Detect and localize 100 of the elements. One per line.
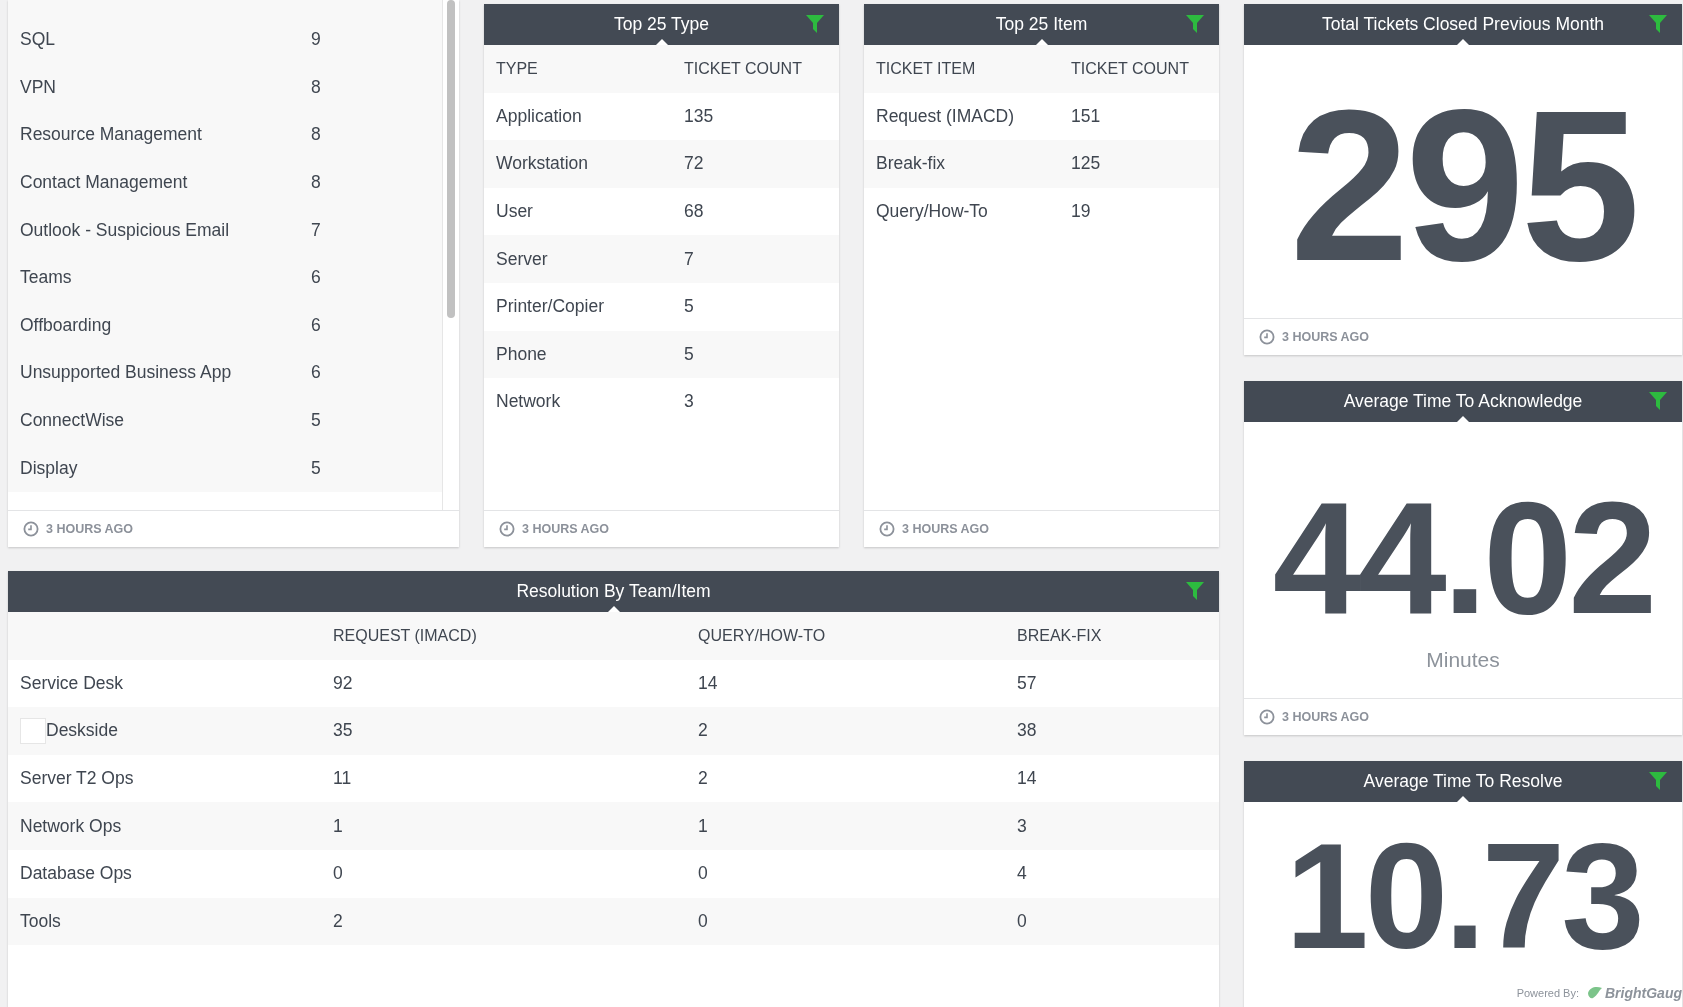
table-cell-text: 0 [698, 910, 709, 932]
table-cell-text: ConnectWise [20, 410, 126, 432]
table-cell-text: Service Desk [20, 672, 125, 694]
table-cell-text: 19 [1071, 201, 1092, 223]
panel-title: Top 25 Type [614, 14, 709, 35]
table-cell-text: 2 [698, 720, 709, 742]
leaf-logo-icon [1587, 986, 1603, 1000]
table-cell-text: 7 [684, 248, 695, 270]
clock-icon [879, 521, 895, 537]
table-cell-text: Outlook - Suspicious Email [20, 219, 231, 241]
table-cell: Deskside [46, 720, 118, 742]
table-cell-text: 14 [1017, 768, 1038, 790]
table-cell-text: 4 [1017, 863, 1028, 885]
table-cell-text: 8 [311, 124, 322, 146]
table-cell-text: Tools [20, 910, 62, 932]
table-cell-text: 6 [311, 314, 322, 336]
filter-icon[interactable] [1185, 581, 1205, 601]
table-cell-text: 6 [311, 267, 322, 289]
table-cell-text: 0 [698, 863, 709, 885]
table-cell-text: Server T2 Ops [20, 768, 135, 790]
panel-title: Resolution By Team/Item [516, 581, 711, 602]
caret-icon [1457, 39, 1469, 45]
table-cell-text: 9 [311, 29, 322, 51]
table-cell-text: 14 [698, 672, 719, 694]
table-cell-text: User [496, 201, 534, 223]
table-cell-text: 2 [333, 910, 344, 932]
panel-title: Top 25 Item [995, 14, 1088, 35]
table-cell-text: 135 [684, 105, 715, 127]
table-cell-text: 6 [311, 362, 322, 384]
table-cell-text: 68 [684, 201, 705, 223]
table-cell-text: Request (IMACD) [876, 105, 1016, 127]
filter-icon[interactable] [805, 14, 825, 34]
clock-icon [1259, 329, 1275, 345]
table-cell-text: Contact Management [20, 172, 189, 194]
table-cell-text: 7 [311, 219, 322, 241]
table-cell-text: Unsupported Business App [20, 362, 233, 384]
table-cell-text: 2 [698, 768, 709, 790]
filter-icon[interactable] [1648, 14, 1668, 34]
table-cell-text: Network [496, 391, 562, 413]
caret-icon [1457, 796, 1469, 802]
table-cell-text: Database Ops [20, 863, 133, 885]
table-cell-text: 5 [311, 457, 322, 479]
table-cell-text: SQL [20, 29, 57, 51]
table-cell-text: Server [496, 248, 549, 270]
column-header: TYPE [496, 59, 539, 78]
table-cell-text: 125 [1071, 153, 1102, 175]
metric-value: 10.73 [1285, 836, 1641, 956]
table-cell-text: Printer/Copier [496, 296, 605, 318]
updated-time: 3 HOURS AGO [522, 522, 610, 536]
column-header: QUERY/HOW-TO [698, 626, 827, 645]
clock-icon [499, 521, 515, 537]
updated-time: 3 HOURS AGO [46, 522, 134, 536]
table-cell-text: 0 [333, 863, 344, 885]
table-cell-text: 8 [311, 172, 322, 194]
table-cell-text: 151 [1071, 105, 1102, 127]
column-header: TICKET COUNT [684, 59, 803, 78]
panel-title: Average Time To Acknowledge [1343, 391, 1583, 412]
metric-unit: Minutes [1426, 648, 1500, 672]
metric-value: 44.02 [1272, 494, 1654, 622]
table-cell-text: 35 [333, 720, 354, 742]
metric-value: 295 [1289, 100, 1637, 272]
table-cell-text: 3 [1017, 815, 1028, 837]
filter-icon[interactable] [1648, 391, 1668, 411]
table-cell-text: 11 [333, 768, 353, 790]
table-cell-text: 38 [1017, 720, 1038, 742]
table-cell-text: 5 [311, 410, 322, 432]
table-cell-text: VPN [20, 76, 57, 98]
table-cell-text: Phone [496, 343, 548, 365]
table-cell-text: Break-fix [876, 153, 947, 175]
panel-title: Average Time To Resolve [1363, 771, 1563, 792]
table-cell-text: 1 [333, 815, 344, 837]
clock-icon [1259, 709, 1275, 725]
table-cell-text: 92 [333, 672, 354, 694]
table-cell-text: Offboarding [20, 314, 113, 336]
table-cell-text: 1 [698, 815, 709, 837]
updated-time: 3 HOURS AGO [902, 522, 990, 536]
caret-icon [1457, 416, 1469, 422]
updated-time: 3 HOURS AGO [1282, 330, 1370, 344]
panel-title: Total Tickets Closed Previous Month [1321, 14, 1605, 35]
table-cell-text: 8 [311, 76, 322, 98]
filter-icon[interactable] [1648, 771, 1668, 791]
column-header: REQUEST (IMACD) [333, 626, 478, 645]
column-header: TICKET COUNT [1071, 59, 1190, 78]
scrollbar-thumb[interactable] [447, 0, 455, 318]
filter-icon[interactable] [1185, 14, 1205, 34]
brand-name[interactable]: BrightGaug [1605, 985, 1682, 1001]
table-cell-text: Teams [20, 267, 73, 289]
updated-time: 3 HOURS AGO [1282, 710, 1370, 724]
table-cell-text: Network Ops [20, 815, 123, 837]
table-cell-text: 5 [684, 343, 695, 365]
table-cell-text: Resource Management [20, 124, 203, 146]
column-header: TICKET ITEM [876, 59, 977, 78]
table-cell-text: 3 [684, 391, 695, 413]
table-cell-text: Workstation [496, 153, 590, 175]
table-cell-text: Query/How-To [876, 201, 989, 223]
clock-icon [23, 521, 39, 537]
column-header: BREAK-FIX [1017, 626, 1103, 645]
powered-by-label: Powered By: [1516, 987, 1579, 999]
table-cell-text: 57 [1017, 672, 1038, 694]
table-cell-text: Display [20, 457, 79, 479]
